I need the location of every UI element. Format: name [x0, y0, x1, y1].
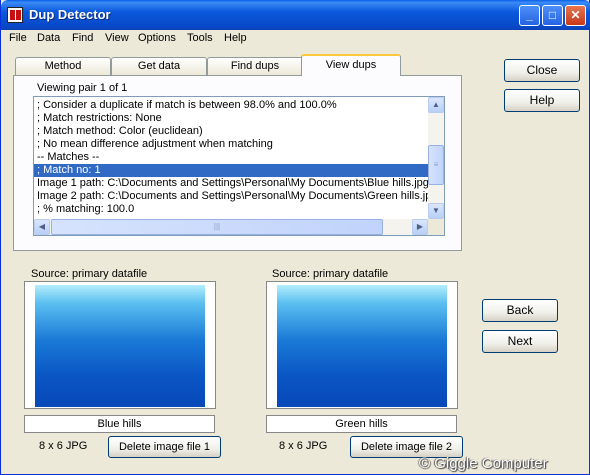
- image1-source-label: Source: primary datafile: [31, 268, 148, 280]
- maximize-button[interactable]: □: [542, 5, 563, 26]
- scroll-left-icon[interactable]: ◀: [34, 219, 50, 235]
- back-button[interactable]: Back: [482, 299, 558, 322]
- list-item[interactable]: ; Consider a duplicate if match is betwe…: [37, 99, 337, 112]
- tab-find-dups[interactable]: Find dups: [207, 57, 303, 75]
- title-bar[interactable]: Dup Detector _ □ ✕: [1, 0, 590, 30]
- app-window: Dup Detector _ □ ✕ File Data Find View O…: [0, 0, 590, 475]
- window-title: Dup Detector: [29, 7, 111, 22]
- list-item[interactable]: ; % matching: 100.0: [37, 203, 134, 216]
- tab-method[interactable]: Method: [15, 57, 111, 75]
- close-button[interactable]: Close: [504, 59, 580, 82]
- close-window-button[interactable]: ✕: [565, 5, 586, 26]
- tab-view-dups[interactable]: View dups: [301, 54, 401, 76]
- pair-label: Viewing pair 1 of 1: [37, 82, 128, 94]
- vertical-scroll-thumb[interactable]: ≡: [428, 145, 444, 185]
- horizontal-scroll-thumb[interactable]: |||: [51, 219, 383, 235]
- results-listbox[interactable]: ; Consider a duplicate if match is betwe…: [33, 96, 445, 236]
- list-item[interactable]: ; Match method: Color (euclidean): [37, 125, 203, 138]
- vertical-scrollbar[interactable]: ▲ ≡ ▼: [428, 97, 444, 219]
- image2-name: Green hills: [266, 415, 457, 433]
- image1-thumbnail: [35, 285, 205, 407]
- list-item[interactable]: Image 2 path: C:\Documents and Settings\…: [37, 190, 437, 203]
- scroll-right-icon[interactable]: ▶: [412, 219, 428, 235]
- menu-options[interactable]: Options: [138, 32, 176, 44]
- list-item[interactable]: ; Match restrictions: None: [37, 112, 162, 125]
- image1-info: 8 x 6 JPG: [39, 440, 88, 452]
- list-item[interactable]: Image 1 path: C:\Documents and Settings\…: [37, 177, 429, 190]
- minimize-button[interactable]: _: [519, 5, 540, 26]
- image2-preview: [266, 281, 458, 409]
- menu-view[interactable]: View: [105, 32, 129, 44]
- horizontal-scrollbar[interactable]: ◀ ||| ▶: [34, 219, 428, 235]
- menu-bar: File Data Find View Options Tools Help: [1, 30, 589, 48]
- tab-get-data[interactable]: Get data: [111, 57, 207, 75]
- image2-info: 8 x 6 JPG: [279, 440, 328, 452]
- image1-name: Blue hills: [24, 415, 215, 433]
- scroll-down-icon[interactable]: ▼: [428, 203, 444, 219]
- scroll-corner: [428, 219, 444, 235]
- delete-image1-button[interactable]: Delete image file 1: [108, 436, 221, 458]
- list-item-selected[interactable]: ; Match no: 1: [34, 164, 430, 177]
- scroll-up-icon[interactable]: ▲: [428, 97, 444, 113]
- menu-find[interactable]: Find: [72, 32, 93, 44]
- image2-source-label: Source: primary datafile: [272, 268, 389, 280]
- menu-data[interactable]: Data: [37, 32, 60, 44]
- watermark: © Giggle Computer: [419, 455, 548, 472]
- menu-tools[interactable]: Tools: [187, 32, 213, 44]
- help-button[interactable]: Help: [504, 89, 580, 112]
- menu-help[interactable]: Help: [224, 32, 247, 44]
- app-icon: [7, 7, 23, 23]
- list-item[interactable]: ; No mean difference adjustment when mat…: [37, 138, 273, 151]
- next-button[interactable]: Next: [482, 330, 558, 353]
- image1-preview: [24, 281, 216, 409]
- image2-thumbnail: [277, 285, 447, 407]
- menu-file[interactable]: File: [9, 32, 27, 44]
- list-item[interactable]: -- Matches --: [37, 151, 99, 164]
